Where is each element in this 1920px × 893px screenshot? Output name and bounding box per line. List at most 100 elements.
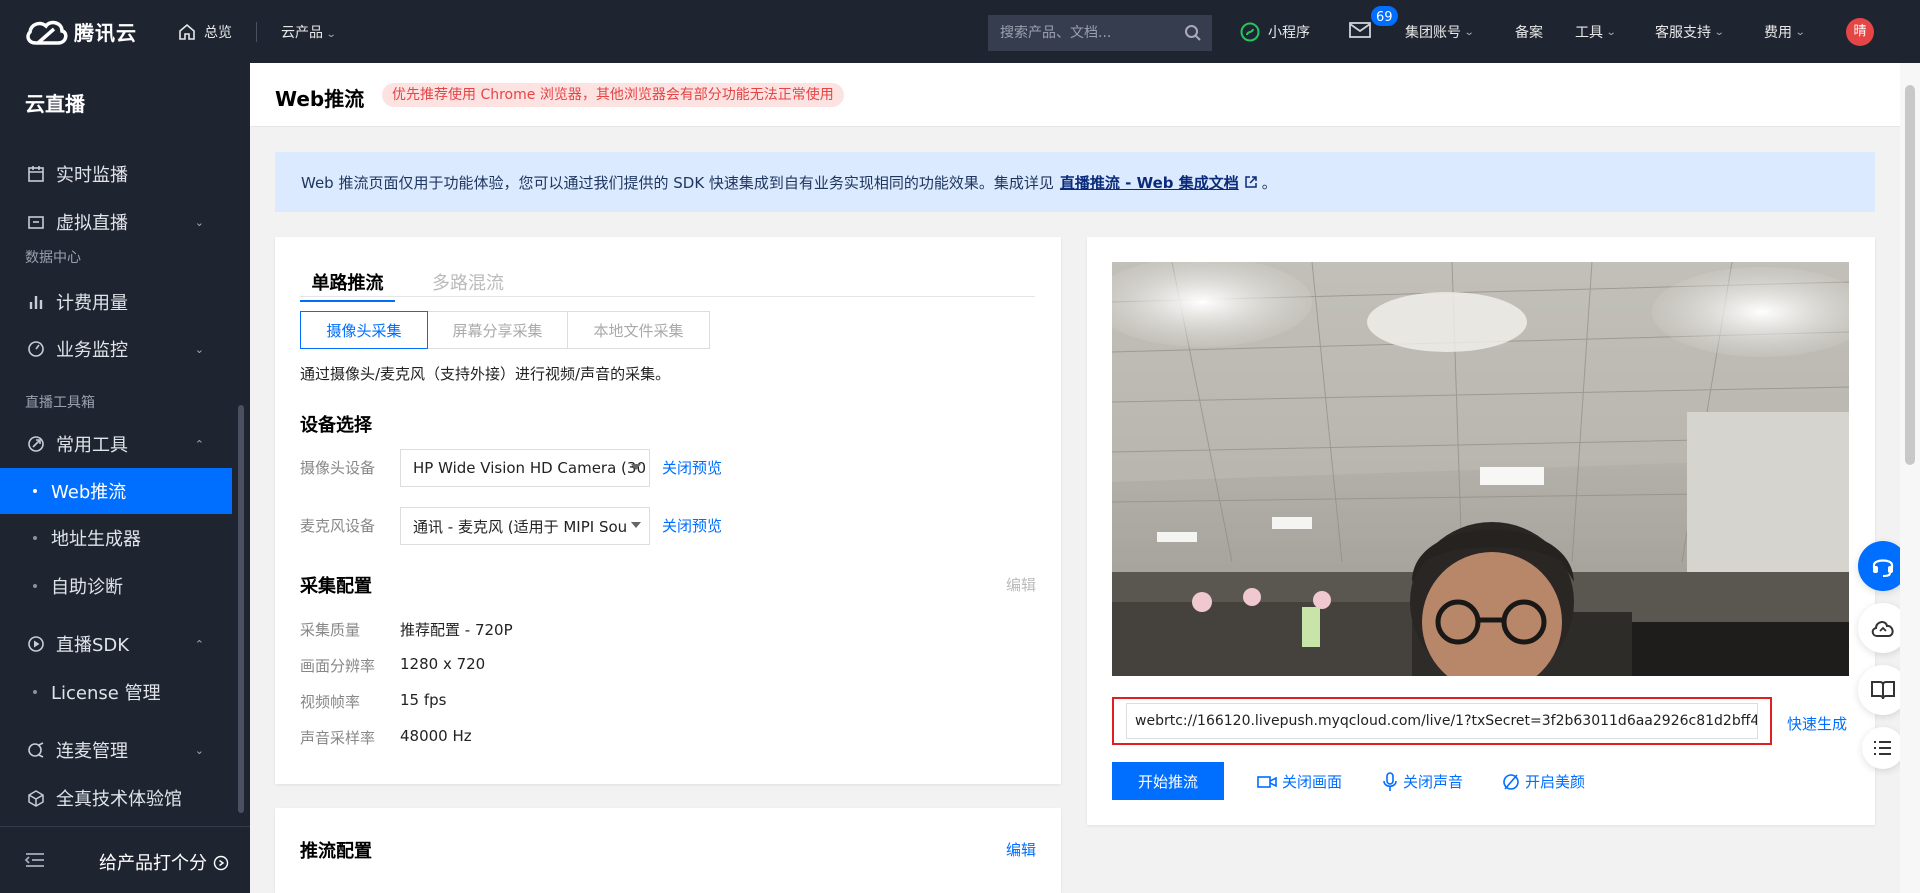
calendar-icon: [26, 164, 46, 184]
close-video-button[interactable]: 关闭画面: [1257, 771, 1342, 792]
integration-doc-link-label: 直播推流 - Web 集成文档: [1059, 173, 1239, 192]
camera-preview-video: [1112, 262, 1849, 676]
nav-group-account[interactable]: 集团账号 ⌄: [1405, 22, 1475, 42]
sidebar-item-co-host[interactable]: 连麦管理 ⌄: [0, 727, 232, 773]
sidebar-item-label: 虚拟直播: [56, 213, 128, 234]
notice-tail: 。: [1261, 173, 1277, 192]
cloud-logo-icon: [26, 20, 68, 45]
sidebar-item-common-tools[interactable]: 常用工具 ⌃: [0, 421, 232, 467]
camera-select[interactable]: HP Wide Vision HD Camera (30: [400, 449, 650, 487]
resolution-value: 1280 x 720: [400, 655, 486, 673]
fps-value: 15 fps: [400, 691, 447, 709]
quick-generate-link[interactable]: 快速生成: [1787, 713, 1847, 734]
sidebar-item-lab[interactable]: 全真技术体验馆: [0, 775, 232, 821]
sidebar-item-label: 全真技术体验馆: [56, 789, 182, 810]
brand-name: 腾讯云: [74, 21, 137, 45]
mail-icon: [1349, 22, 1371, 38]
sidebar-group-data: 数据中心: [25, 250, 81, 266]
nav-billing[interactable]: 费用 ⌄: [1764, 22, 1806, 42]
info-notice: Web 推流页面仅用于功能体验，您可以通过我们提供的 SDK 快速集成到自有业务…: [275, 152, 1875, 212]
rate-product-label: 给产品打个分: [99, 853, 207, 874]
caret-down-icon: [631, 522, 641, 528]
mic-link-icon: [26, 740, 46, 760]
sidebar-item-label: License 管理: [51, 683, 161, 704]
nav-support[interactable]: 客服支持 ⌄: [1655, 22, 1725, 42]
search-icon[interactable]: [1184, 24, 1202, 42]
nav-products[interactable]: 云产品 ⌄: [281, 22, 337, 42]
nav-miniprogram-label: 小程序: [1268, 25, 1310, 41]
integration-doc-link[interactable]: 直播推流 - Web 集成文档: [1060, 172, 1239, 193]
resolution-label: 画面分辨率: [300, 657, 376, 675]
external-link-icon[interactable]: [1244, 175, 1258, 189]
push-url-input[interactable]: webrtc://166120.livepush.myqcloud.com/li…: [1126, 703, 1758, 739]
search-box[interactable]: [988, 15, 1212, 51]
top-nav-bar: 腾讯云 总览 云产品⌄ 小程序 69 集团账号⌄ 备案 工具⌄ 客服支持⌄ 费用…: [0, 0, 1920, 63]
quality-label: 采集质量: [300, 621, 361, 639]
camera-close-preview-link[interactable]: 关闭预览: [662, 457, 722, 478]
nav-overview[interactable]: 总览: [178, 22, 232, 42]
sidebar-item-web-push[interactable]: Web推流: [0, 468, 232, 514]
help-circle-icon: [213, 855, 228, 871]
seg-camera-capture[interactable]: 摄像头采集: [300, 311, 428, 349]
seg-local-file[interactable]: 本地文件采集: [568, 311, 710, 349]
sidebar-item-label: 直播SDK: [56, 635, 130, 656]
capture-config-title: 采集配置: [300, 576, 372, 597]
sidebar-item-realtime-monitor[interactable]: 实时监播: [0, 151, 232, 197]
rate-product-link[interactable]: 给产品打个分: [99, 849, 229, 875]
chevron-down-icon: ⌄: [194, 743, 204, 757]
close-audio-button[interactable]: 关闭声音: [1382, 771, 1463, 792]
chevron-down-icon: ⌄: [1713, 26, 1725, 38]
preview-panel: webrtc://166120.livepush.myqcloud.com/li…: [1087, 237, 1875, 825]
monitor-icon: [26, 212, 46, 232]
home-icon: [179, 23, 195, 40]
sidebar-item-billing-usage[interactable]: 计费用量: [0, 279, 232, 325]
mic-select[interactable]: 通讯 - 麦克风 (适用于 MIPI Sou: [400, 507, 650, 545]
miniprogram-icon: [1240, 22, 1260, 42]
close-audio-label: 关闭声音: [1403, 773, 1464, 791]
bullet-dot: [33, 489, 37, 493]
sidebar-group-tools: 直播工具箱: [25, 395, 95, 411]
push-url-value: webrtc://166120.livepush.myqcloud.com/li…: [1135, 713, 1758, 729]
main-scrollbar[interactable]: [1900, 63, 1920, 893]
bullet-dot: [33, 536, 37, 540]
sidebar-scrollbar[interactable]: [238, 405, 244, 813]
push-config-panel: 推流配置 编辑: [275, 808, 1061, 893]
chevron-down-icon: ⌄: [325, 28, 337, 40]
capture-edit-link[interactable]: 编辑: [1006, 574, 1036, 595]
sidebar-item-license[interactable]: License 管理: [0, 669, 232, 715]
nav-support-label: 客服支持: [1655, 25, 1711, 41]
chevron-down-icon: ⌄: [1463, 26, 1475, 38]
sidebar-item-business-monitor[interactable]: 业务监控 ⌄: [0, 326, 232, 372]
book-icon: [1871, 681, 1895, 700]
tab-multi-mix[interactable]: 多路混流: [432, 269, 504, 295]
chevron-up-icon: ⌃: [194, 437, 204, 451]
capture-panel: 单路推流 多路混流 摄像头采集 屏幕分享采集 本地文件采集 通过摄像头/麦克风（…: [275, 237, 1061, 784]
user-avatar[interactable]: 晴: [1846, 18, 1874, 46]
sidebar-item-address-generator[interactable]: 地址生成器: [0, 515, 232, 561]
sidebar-item-label: 自助诊断: [51, 577, 123, 598]
search-input[interactable]: [1000, 25, 1170, 41]
sidebar-item-label: 业务监控: [56, 340, 128, 361]
nav-miniprogram[interactable]: 小程序: [1240, 22, 1310, 42]
nav-beian[interactable]: 备案: [1515, 22, 1543, 42]
toc-button[interactable]: [1862, 727, 1904, 769]
quality-value: 推荐配置 - 720P: [400, 621, 513, 639]
cube-icon: [26, 788, 46, 808]
camera-label: 摄像头设备: [300, 459, 376, 477]
sidebar-item-virtual-live[interactable]: 虚拟直播 ⌄: [0, 199, 232, 245]
capture-description: 通过摄像头/麦克风（支持外接）进行视频/声音的采集。: [300, 365, 671, 383]
push-url-highlight: webrtc://166120.livepush.myqcloud.com/li…: [1112, 697, 1772, 745]
nav-tools[interactable]: 工具 ⌄: [1575, 22, 1617, 42]
mic-close-preview-link[interactable]: 关闭预览: [662, 515, 722, 536]
sidebar-item-live-sdk[interactable]: 直播SDK ⌃: [0, 621, 232, 667]
beauty-button[interactable]: 开启美颜: [1502, 771, 1585, 792]
collapse-menu-icon[interactable]: [24, 851, 46, 869]
sidebar-item-self-diagnosis[interactable]: 自助诊断: [0, 563, 232, 609]
mail-button[interactable]: [1349, 21, 1371, 39]
brand-logo[interactable]: 腾讯云: [24, 17, 144, 47]
start-push-button[interactable]: 开始推流: [1112, 762, 1224, 800]
push-config-edit-link[interactable]: 编辑: [1006, 839, 1036, 860]
main-scrollbar-thumb[interactable]: [1905, 85, 1915, 465]
tab-single-push[interactable]: 单路推流: [300, 269, 395, 302]
seg-screen-share[interactable]: 屏幕分享采集: [428, 311, 568, 349]
